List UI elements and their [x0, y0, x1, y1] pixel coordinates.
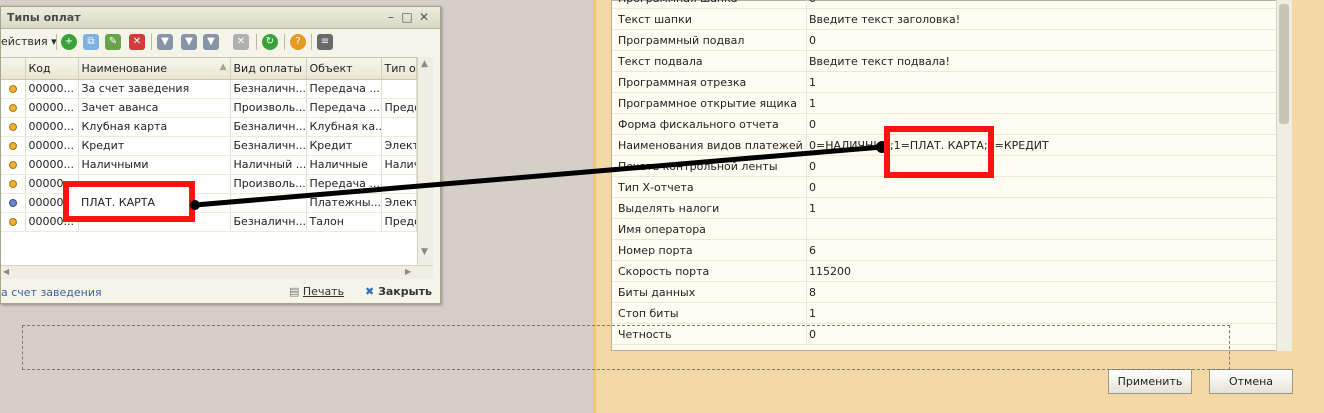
connector-start-dot [190, 200, 200, 210]
connector-line [194, 144, 883, 208]
connector-arrow [190, 141, 888, 210]
highlight-box-right [884, 126, 994, 178]
